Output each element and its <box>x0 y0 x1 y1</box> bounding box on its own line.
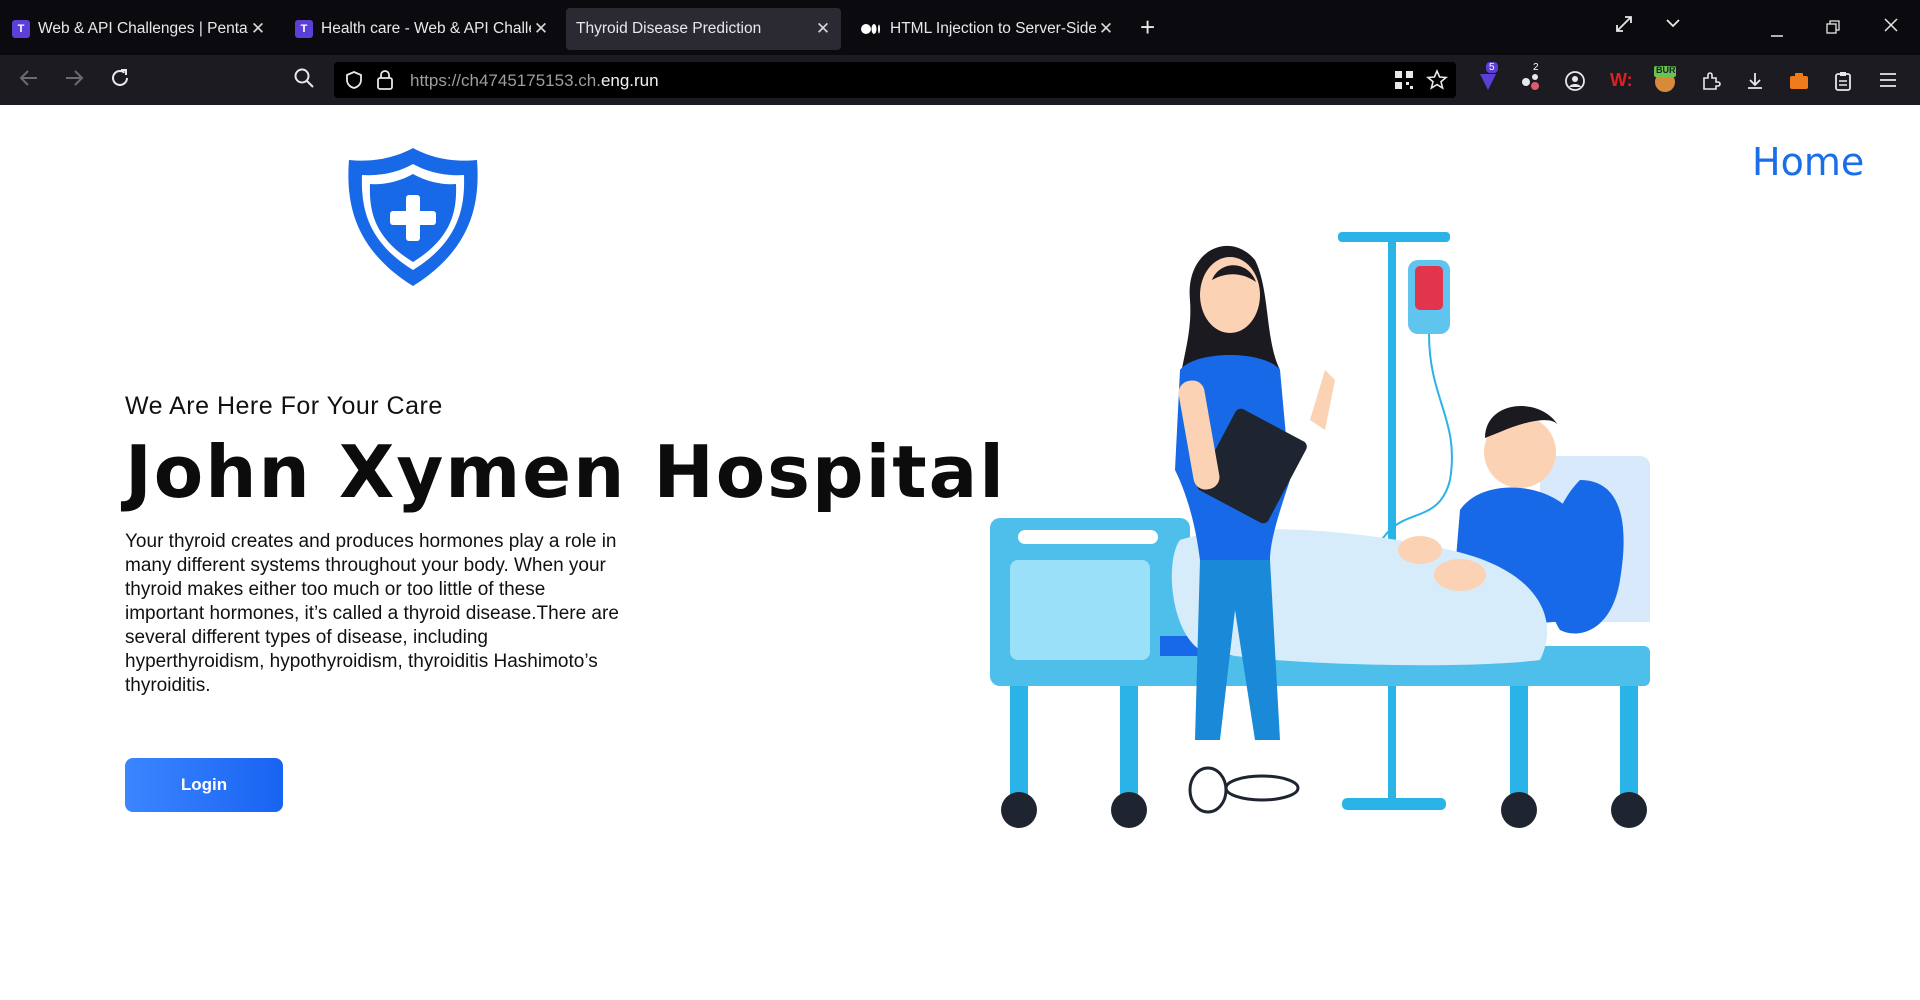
purple-t-icon: T <box>12 20 30 38</box>
lock-icon[interactable] <box>376 69 394 96</box>
url-text: https://ch4745175153.ch.eng.run <box>410 71 659 91</box>
back-icon[interactable] <box>18 67 40 95</box>
new-tab-icon[interactable]: + <box>1140 12 1155 42</box>
purple-t-icon: T <box>295 20 313 38</box>
hospital-illustration <box>980 220 1670 845</box>
url-domain: eng.run <box>600 71 659 90</box>
close-icon[interactable]: ✕ <box>248 19 268 39</box>
forward-icon[interactable] <box>63 67 85 95</box>
tab-html-injection[interactable]: HTML Injection to Server-Side Request ✕ <box>848 8 1124 50</box>
extension-badge: 2 <box>1533 62 1539 73</box>
search-icon[interactable] <box>293 67 315 95</box>
tab-pentathon[interactable]: T Web & API Challenges | Pentathon ✕ <box>0 8 276 50</box>
extensions-puzzle-icon[interactable] <box>1700 70 1722 92</box>
tab-health-care[interactable]: T Health care - Web & API Challenge ✕ <box>283 8 559 50</box>
download-icon[interactable] <box>1744 70 1766 92</box>
expand-icon[interactable] <box>1614 14 1634 39</box>
reload-icon[interactable] <box>109 67 131 95</box>
account-icon[interactable] <box>1564 70 1586 92</box>
shield-icon[interactable] <box>344 70 364 95</box>
login-button[interactable]: Login <box>125 758 283 812</box>
window-close-icon[interactable] <box>1883 17 1899 38</box>
tab-thyroid[interactable]: Thyroid Disease Prediction ✕ <box>566 8 841 50</box>
iv-fluid <box>1415 266 1443 310</box>
extension-wappalyzer-icon[interactable]: W: <box>1610 70 1633 92</box>
extension-orange-icon[interactable] <box>1788 70 1810 92</box>
tab-bar: T Web & API Challenges | Pentathon ✕ T H… <box>0 0 1920 55</box>
medium-icon <box>860 20 882 38</box>
minimize-icon[interactable] <box>1770 22 1784 43</box>
description-text: Your thyroid creates and produces hormon… <box>125 531 619 696</box>
extension-badge: 5 <box>1486 62 1498 73</box>
close-icon[interactable]: ✕ <box>813 19 833 39</box>
nav-toolbar: https://ch4745175153.ch.eng.run 5 2 W: B… <box>0 55 1920 105</box>
chevron-down-icon[interactable] <box>1664 14 1682 37</box>
extension-network-icon[interactable]: 2 <box>1519 62 1541 92</box>
bookmark-star-icon[interactable] <box>1425 68 1449 96</box>
tab-title: HTML Injection to Server-Side Request <box>890 20 1096 37</box>
hospital-shield-logo-icon <box>340 142 486 297</box>
url-prefix: https://ch4745175153.ch. <box>410 71 601 90</box>
tab-title: Health care - Web & API Challenge <box>321 20 531 37</box>
qr-code-icon[interactable] <box>1394 70 1414 95</box>
tab-title: Web & API Challenges | Pentathon <box>38 20 248 37</box>
tagline: We Are Here For Your Care <box>125 392 443 420</box>
extension-badge: BUR <box>1656 65 1676 75</box>
address-bar[interactable]: https://ch4745175153.ch.eng.run <box>334 62 1456 98</box>
menu-icon[interactable] <box>1878 70 1900 92</box>
clipboard-icon[interactable] <box>1832 70 1854 92</box>
close-icon[interactable]: ✕ <box>1096 19 1116 39</box>
restore-icon[interactable] <box>1826 18 1840 39</box>
extension-bur-icon[interactable]: BUR <box>1652 64 1676 92</box>
extension-purple-icon[interactable]: 5 <box>1476 62 1498 92</box>
tab-title: Thyroid Disease Prediction <box>576 20 762 37</box>
page-title: John Xymen Hospital <box>125 430 1006 514</box>
close-icon[interactable]: ✕ <box>531 19 551 39</box>
iv-stand-base <box>1342 798 1446 810</box>
nav-home-link[interactable]: Home <box>1752 140 1864 184</box>
